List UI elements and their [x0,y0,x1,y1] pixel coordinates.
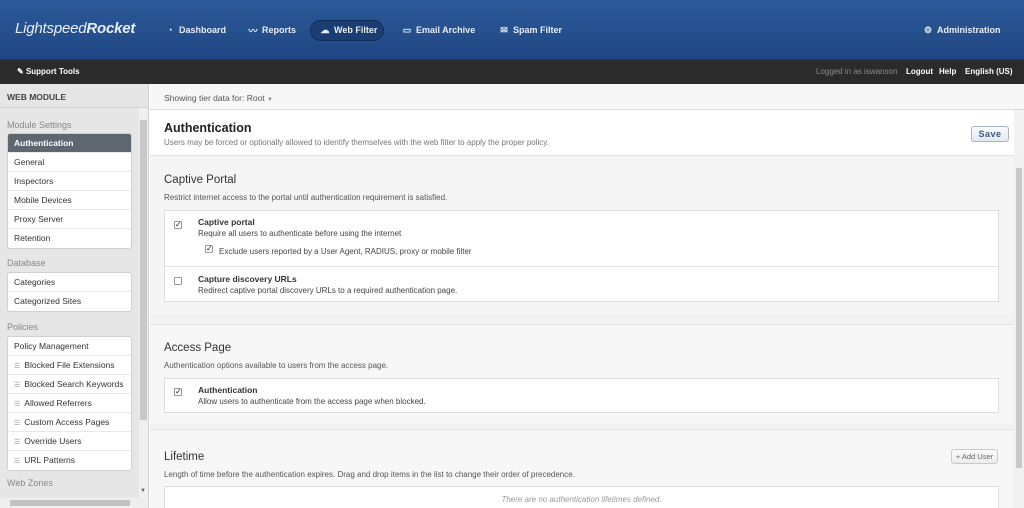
sidebar-item-inspectors[interactable]: Inspectors [8,172,131,191]
language-selector[interactable]: English (US) [965,67,1013,76]
tier-selector[interactable]: Showing tier data for: Root ▼ [164,93,273,103]
sidebar-item-blocked-search-keywords[interactable]: ☰ Blocked Search Keywords [8,375,131,394]
sidebar-item-general[interactable]: General [8,153,131,172]
captive-portal-desc: Restrict internet access to the portal u… [164,193,448,202]
sidebar-item-mobile-devices[interactable]: Mobile Devices [8,191,131,210]
top-nav-bar: LightspeedRocket ◔ Dashboard 〰 Reports ☁ We… [0,0,1024,60]
discovery-urls-label: Capture discovery URLs [198,274,297,284]
chevron-down-icon: ▼ [267,97,273,103]
sidebar-item-override-users[interactable]: ☰ Override Users [8,432,131,451]
add-user-button[interactable]: + Add User [951,449,998,464]
main-scroll-thumb[interactable] [1016,168,1022,468]
scroll-down-icon[interactable]: ▼ [140,488,146,494]
exclude-users-label: Exclude users reported by a User Agent, … [219,247,472,256]
section-web-zones: Web Zones [7,478,53,488]
policies-group: Policy Management ☰ Blocked File Extensio… [7,336,132,471]
nav-dashboard[interactable]: ◔ Dashboard [165,21,226,39]
discovery-urls-desc: Redirect captive portal discovery URLs t… [198,286,458,295]
page-header: Authentication Users may be forced or op… [150,110,1014,156]
lifetime-desc: Length of time before the authentication… [164,470,575,479]
list-icon: ☰ [14,382,21,389]
main-scrollbar[interactable] [1014,156,1024,508]
section-policies: Policies [7,322,39,332]
nav-web-filter[interactable]: ☁ Web Filter [320,21,378,39]
logged-in-label: Logged in as iswanson [816,67,898,76]
access-auth-desc: Allow users to authenticate from the acc… [198,397,426,406]
list-icon: ☰ [14,363,21,370]
captive-portal-row: ✓ Captive portal Require all users to au… [165,211,998,267]
list-icon: ☰ [14,439,21,446]
lifetime-title: Lifetime [164,451,205,463]
save-button[interactable]: Save [971,126,1009,142]
sidebar-item-allowed-referrers[interactable]: ☰ Allowed Referrers [8,394,131,413]
sidebar-scrollbar[interactable]: ▼ [139,108,148,500]
sidebar-item-categories[interactable]: Categories [8,273,131,292]
logout-link[interactable]: Logout [906,67,933,76]
app-logo[interactable]: LightspeedRocket [15,20,135,37]
captive-portal-title: Captive Portal [164,174,237,186]
page-subtitle: Users may be forced or optionally allowe… [164,138,549,147]
dashboard-icon: ◔ [167,25,173,35]
cloud-icon: ☁ [320,24,330,35]
section-database: Database [7,258,46,268]
captive-portal-desc-text: Require all users to authenticate before… [198,229,402,238]
sidebar-header: WEB MODULE [0,84,148,108]
section-module-settings: Module Settings [7,120,72,130]
access-auth-checkbox[interactable]: ✓ [174,388,182,396]
sidebar-scroll-thumb[interactable] [140,120,147,420]
gear-icon: ⚙ [923,24,933,35]
mail-icon: ✉ [500,24,508,35]
lifetime-section: Lifetime Length of time before the authe… [150,429,1014,508]
page-title: Authentication [164,121,252,135]
sidebar-item-custom-access-pages[interactable]: ☰ Custom Access Pages [8,413,131,432]
nav-reports[interactable]: 〰 Reports [248,21,296,39]
lifetime-list: There are no authentication lifetimes de… [164,486,999,508]
sidebar-item-blocked-file-extensions[interactable]: ☰ Blocked File Extensions [8,356,131,375]
discovery-urls-row: Capture discovery URLs Redirect captive … [165,268,998,302]
exclude-users-checkbox[interactable]: ✓ [205,245,213,253]
help-link[interactable]: Help [939,67,956,76]
sidebar-hscroll-thumb[interactable] [10,500,130,506]
captive-portal-options: ✓ Captive portal Require all users to au… [164,210,999,302]
main-content: Showing tier data for: Root ▼ Authentica… [150,84,1024,508]
access-page-title: Access Page [164,342,232,354]
support-tools-link[interactable]: ✎ Support Tools [17,67,80,76]
sidebar-item-policy-management[interactable]: Policy Management [8,337,131,356]
nav-administration[interactable]: ⚙ Administration [923,21,1001,39]
sidebar: WEB MODULE Module Settings Authenticatio… [0,84,149,508]
sidebar-item-categorized-sites[interactable]: Categorized Sites [8,292,131,311]
captive-portal-section: Captive Portal Restrict internet access … [150,156,1014,314]
sidebar-item-url-patterns[interactable]: ☰ URL Patterns [8,451,131,470]
nav-spam-filter[interactable]: ✉ Spam Filter [499,21,562,39]
sidebar-item-retention[interactable]: Retention [8,229,131,248]
reports-icon: 〰 [248,25,258,36]
captive-portal-checkbox[interactable]: ✓ [174,221,182,229]
sidebar-horizontal-scrollbar[interactable] [0,498,148,508]
access-auth-label: Authentication [198,385,258,395]
database-group: Categories Categorized Sites [7,272,132,312]
list-icon: ☰ [14,420,21,427]
sidebar-item-proxy-server[interactable]: Proxy Server [8,210,131,229]
access-page-section: Access Page Authentication options avail… [150,324,1014,424]
access-page-desc: Authentication options available to user… [164,361,389,370]
empty-state-text: There are no authentication lifetimes de… [501,495,662,504]
sidebar-item-authentication[interactable]: Authentication [8,134,131,153]
tier-bar: Showing tier data for: Root ▼ [150,84,1024,110]
wrench-icon: ✎ [17,67,26,76]
access-page-options: ✓ Authentication Allow users to authenti… [164,378,999,413]
list-icon: ☰ [14,458,21,465]
discovery-urls-checkbox[interactable] [174,277,182,285]
captive-portal-label: Captive portal [198,217,255,227]
module-settings-group: Authentication General Inspectors Mobile… [7,133,132,249]
utility-bar: ✎ Support Tools Logged in as iswanson Lo… [0,60,1024,84]
list-icon: ☰ [14,401,21,408]
nav-email-archive[interactable]: ▭ Email Archive [402,21,475,39]
archive-icon: ▭ [402,24,412,35]
